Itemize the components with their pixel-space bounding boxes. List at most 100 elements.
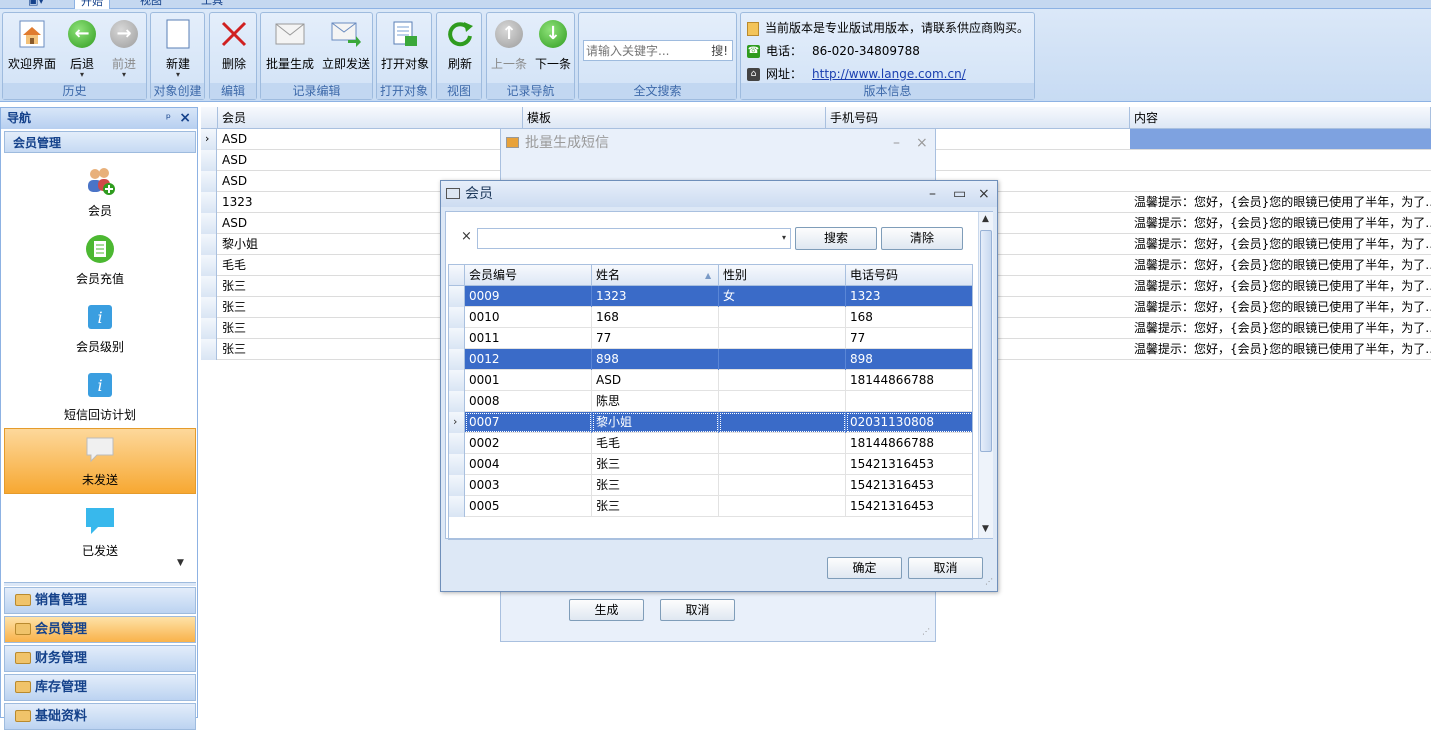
cell-content[interactable]: 温馨提示：您好，{会员}您的眼镜已使用了半年，为了… xyxy=(1130,213,1431,234)
search-input[interactable] xyxy=(586,42,704,59)
row-selector[interactable] xyxy=(449,391,465,412)
cell-id[interactable]: 0008 xyxy=(465,391,592,412)
close-icon[interactable]: × xyxy=(179,108,191,129)
scroll-thumb[interactable] xyxy=(980,230,992,452)
column-header-phone[interactable]: 电话号码 xyxy=(846,265,972,286)
resize-grip[interactable]: ⋰ xyxy=(922,627,930,636)
row-selector[interactable] xyxy=(201,192,217,213)
column-header-member[interactable]: 会员 xyxy=(218,107,523,129)
table-row[interactable]: 0010 168 168 xyxy=(449,307,972,328)
new-button[interactable]: 新建 ▾ xyxy=(156,19,200,79)
row-selector[interactable]: › xyxy=(201,129,217,150)
column-header-gender[interactable]: 性别 xyxy=(719,265,846,286)
row-selector[interactable] xyxy=(201,171,217,192)
cell-gender[interactable] xyxy=(719,391,846,412)
maximize-icon[interactable]: ▭ xyxy=(953,181,966,207)
table-row[interactable]: › 0007 黎小姐 02031130808 xyxy=(449,412,972,433)
nav-category-sales[interactable]: 销售管理 xyxy=(4,587,196,614)
row-selector[interactable]: › xyxy=(449,412,465,433)
cell-member[interactable]: ASD xyxy=(218,150,523,171)
column-header-template[interactable]: 模板 xyxy=(523,107,826,129)
cell-gender[interactable] xyxy=(719,412,846,433)
cell-gender[interactable] xyxy=(719,454,846,475)
nav-item-member[interactable]: 会员 xyxy=(4,160,196,226)
column-header-name[interactable]: 姓名 ▲ xyxy=(592,265,719,286)
open-object-button[interactable]: 打开对象 xyxy=(379,19,431,72)
cell-content[interactable]: 温馨提示：您好，{会员}您的眼镜已使用了半年，为了… xyxy=(1130,318,1431,339)
table-row[interactable]: 0003 张三 15421316453 xyxy=(449,475,972,496)
pin-icon[interactable]: ᵖ xyxy=(166,108,171,129)
cell-content[interactable]: 温馨提示：您好，{会员}您的眼镜已使用了半年，为了… xyxy=(1130,192,1431,213)
cell-phone[interactable]: 15421316453 xyxy=(846,475,972,496)
cell-id[interactable]: 0001 xyxy=(465,370,592,391)
cell-id[interactable]: 0012 xyxy=(465,349,592,370)
row-selector[interactable] xyxy=(449,454,465,475)
table-row[interactable]: 0004 张三 15421316453 xyxy=(449,454,972,475)
website-link[interactable]: http://www.lange.com.cn/ xyxy=(812,67,966,81)
cell-phone[interactable]: 898 xyxy=(846,349,972,370)
resize-grip[interactable]: ⋰ xyxy=(985,577,993,586)
row-selector[interactable] xyxy=(449,286,465,307)
cell-gender[interactable] xyxy=(719,475,846,496)
cell-name[interactable]: 张三 xyxy=(592,475,719,496)
cell-content[interactable]: 温馨提示：您好，{会员}您的眼镜已使用了半年，为了… xyxy=(1130,234,1431,255)
cell-name[interactable]: 黎小姐 xyxy=(592,412,719,433)
table-row[interactable]: 0009 1323 女 1323 xyxy=(449,286,972,307)
clear-button[interactable]: 清除 xyxy=(881,227,963,250)
table-row[interactable]: 0012 898 898 xyxy=(449,349,972,370)
nav-item-recharge[interactable]: 会员充值 xyxy=(4,228,196,294)
cell-name[interactable]: 168 xyxy=(592,307,719,328)
prev-record-button[interactable]: ↑ 上一条 xyxy=(488,19,530,72)
nav-category-member[interactable]: 会员管理 xyxy=(4,616,196,643)
cell-name[interactable]: 毛毛 xyxy=(592,433,719,454)
cell-gender[interactable] xyxy=(719,370,846,391)
cell-gender[interactable] xyxy=(719,433,846,454)
cell-id[interactable]: 0011 xyxy=(465,328,592,349)
cell-phone[interactable]: 1323 xyxy=(846,286,972,307)
cell-id[interactable]: 0007 xyxy=(465,412,592,433)
nav-category-basic-data[interactable]: 基础资料 xyxy=(4,703,196,730)
send-now-button[interactable]: 立即发送 xyxy=(319,19,373,72)
row-selector[interactable] xyxy=(201,213,217,234)
row-selector[interactable] xyxy=(449,496,465,517)
nav-category-inventory[interactable]: 库存管理 xyxy=(4,674,196,701)
forward-button[interactable]: → 前进 ▾ xyxy=(105,19,143,79)
welcome-button[interactable]: 欢迎界面 xyxy=(5,19,59,72)
splitter[interactable] xyxy=(4,582,196,586)
cell-id[interactable]: 0010 xyxy=(465,307,592,328)
chevron-down-icon[interactable]: ▾ xyxy=(782,233,786,242)
cell-id[interactable]: 0003 xyxy=(465,475,592,496)
batch-generate-button[interactable]: 批量生成 xyxy=(263,19,317,72)
cell-id[interactable]: 0004 xyxy=(465,454,592,475)
cell-content[interactable] xyxy=(1130,150,1431,171)
row-selector[interactable] xyxy=(201,276,217,297)
cancel-button[interactable]: 取消 xyxy=(908,557,983,579)
close-icon[interactable]: × xyxy=(978,181,990,207)
table-row[interactable]: 0011 77 77 xyxy=(449,328,972,349)
column-header-content[interactable]: 内容 xyxy=(1130,107,1431,129)
tab-view[interactable]: 视图 xyxy=(134,0,168,9)
cell-content[interactable] xyxy=(1130,129,1431,150)
cell-name[interactable]: 1323 xyxy=(592,286,719,307)
cell-content[interactable]: 温馨提示：您好，{会员}您的眼镜已使用了半年，为了… xyxy=(1130,297,1431,318)
chevron-down-icon[interactable]: ▼ xyxy=(177,558,184,568)
table-row[interactable]: 0008 陈思 xyxy=(449,391,972,412)
minimize-icon[interactable]: – xyxy=(893,129,900,157)
generate-button[interactable]: 生成 xyxy=(569,599,644,621)
cell-phone[interactable]: 15421316453 xyxy=(846,454,972,475)
cell-content[interactable]: 温馨提示：您好，{会员}您的眼镜已使用了半年，为了… xyxy=(1130,276,1431,297)
nav-item-unsent[interactable]: 未发送 xyxy=(4,428,196,494)
table-row[interactable]: 0001 ASD 18144866788 xyxy=(449,370,972,391)
back-button[interactable]: ← 后退 ▾ xyxy=(63,19,101,79)
search-go-button[interactable]: 搜! xyxy=(711,42,728,59)
minimize-icon[interactable]: – xyxy=(929,181,936,207)
tab-home[interactable]: 开始 xyxy=(74,0,110,9)
clear-filter-icon[interactable]: × xyxy=(461,229,472,244)
table-row[interactable]: 0005 张三 15421316453 xyxy=(449,496,972,517)
batch-cancel-button[interactable]: 取消 xyxy=(660,599,735,621)
cell-member[interactable]: ASD xyxy=(218,129,523,150)
row-selector[interactable] xyxy=(449,307,465,328)
column-header-phone[interactable]: 手机号码 xyxy=(826,107,1130,129)
ok-button[interactable]: 确定 xyxy=(827,557,902,579)
cell-phone[interactable]: 18144866788 xyxy=(846,433,972,454)
